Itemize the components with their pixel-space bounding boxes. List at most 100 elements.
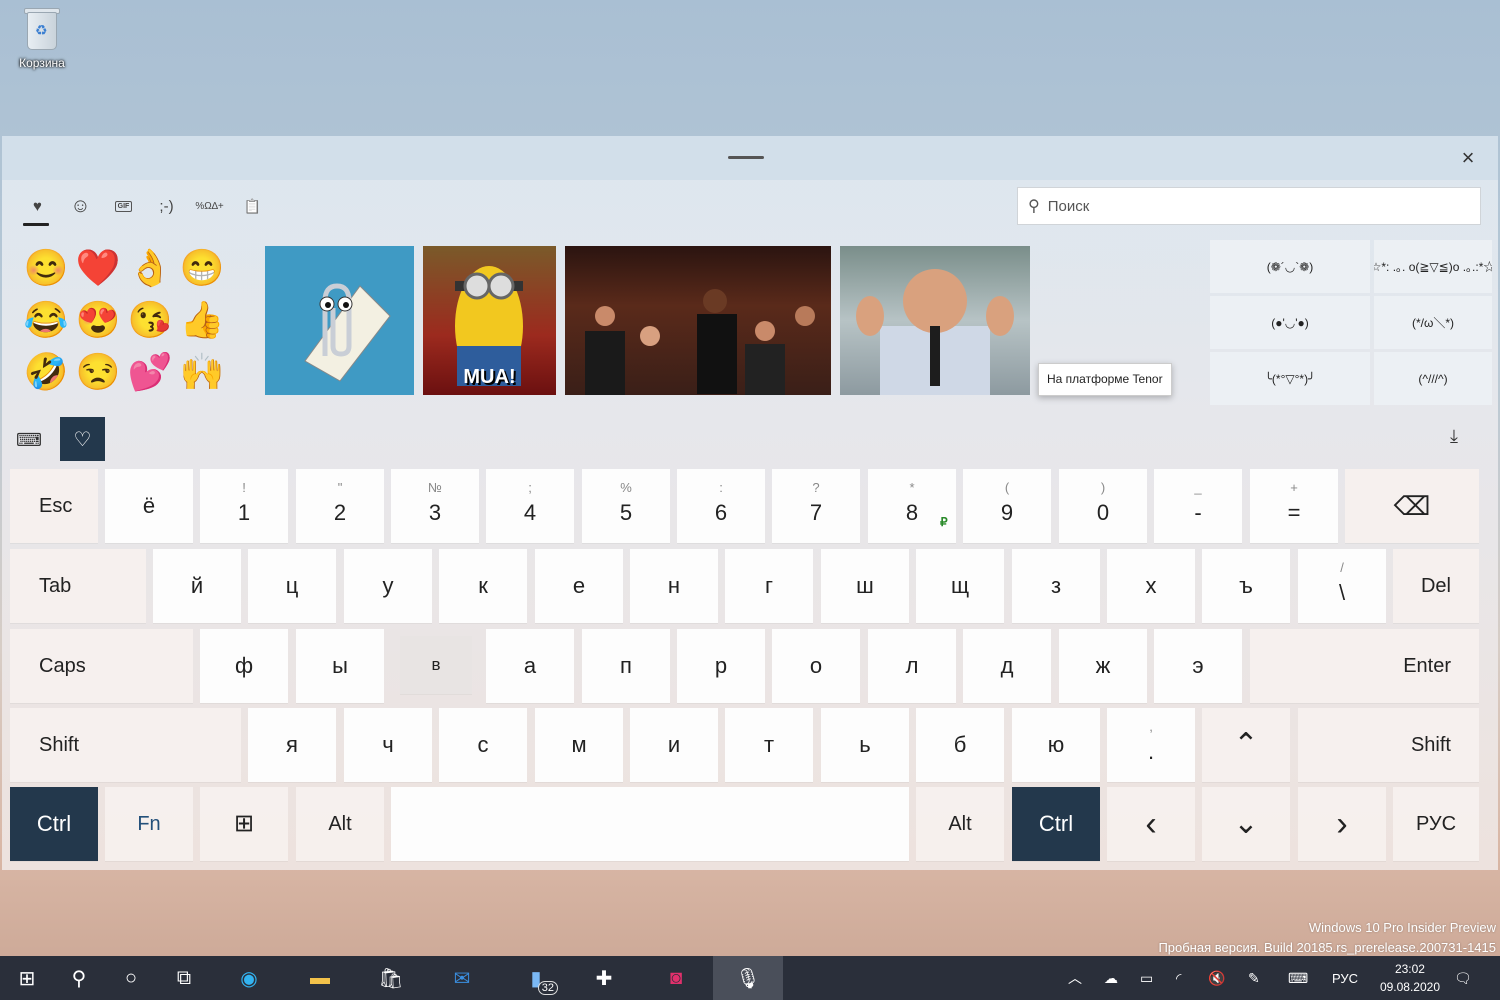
mail-app[interactable]: ✉ bbox=[438, 956, 486, 1000]
tray-battery[interactable]: ▭ bbox=[1140, 956, 1153, 1000]
key-alt-right[interactable]: Alt bbox=[916, 787, 1004, 861]
key-letter[interactable]: я bbox=[248, 708, 336, 782]
key-equals[interactable]: + = bbox=[1250, 469, 1338, 543]
key-4[interactable]: ; 4 bbox=[486, 469, 574, 543]
key-letter[interactable]: ф bbox=[200, 629, 288, 703]
search-input[interactable] bbox=[1047, 197, 1448, 215]
emoji-item[interactable]: 😊 bbox=[20, 242, 72, 294]
key-arrow-down[interactable]: ⌄ bbox=[1202, 787, 1290, 861]
key-minus[interactable]: _ - bbox=[1154, 469, 1242, 543]
panel-title-bar[interactable]: × bbox=[2, 136, 1498, 180]
key-0[interactable]: ) 0 bbox=[1059, 469, 1147, 543]
search-box[interactable]: ⚲ bbox=[1017, 187, 1481, 225]
gif-clapping-crowd[interactable] bbox=[565, 246, 831, 395]
task-view-button[interactable]: ⧉ bbox=[160, 956, 208, 1000]
tray-language[interactable]: РУС bbox=[1332, 956, 1358, 1000]
key-7[interactable]: ? 7 bbox=[772, 469, 860, 543]
emoji-item[interactable]: 👍 bbox=[176, 294, 228, 346]
tray-clock[interactable]: 23:02 09.08.2020 bbox=[1380, 960, 1440, 996]
key-windows[interactable]: ⊞ bbox=[200, 787, 288, 861]
tray-wifi[interactable]: ◜ bbox=[1176, 956, 1181, 1000]
key-letter[interactable]: х bbox=[1107, 549, 1195, 623]
key-letter[interactable]: ц bbox=[248, 549, 336, 623]
kaomoji-item[interactable]: (❁´◡`❁) bbox=[1210, 240, 1370, 293]
dock-keyboard-icon[interactable]: ⤓ bbox=[1450, 426, 1476, 452]
emoji-item[interactable]: 👌 bbox=[124, 242, 176, 294]
key-letter-pressed[interactable]: в bbox=[400, 636, 472, 694]
close-icon[interactable]: × bbox=[1458, 147, 1478, 169]
emoji-item[interactable]: 😁 bbox=[176, 242, 228, 294]
emoji-mode-button[interactable]: ♡ bbox=[60, 417, 105, 461]
edge-app[interactable]: ◉ bbox=[225, 956, 273, 1000]
key-letter[interactable]: а bbox=[486, 629, 574, 703]
key-letter[interactable]: е bbox=[535, 549, 623, 623]
key-letter[interactable]: з bbox=[1012, 549, 1100, 623]
key-arrow-left[interactable]: ‹ bbox=[1107, 787, 1195, 861]
key-shift-right[interactable]: Shift bbox=[1298, 708, 1479, 782]
key-3[interactable]: № 3 bbox=[391, 469, 479, 543]
key-space[interactable] bbox=[391, 787, 909, 861]
kaomoji-item[interactable]: (^///^) bbox=[1374, 352, 1492, 405]
key-1[interactable]: ! 1 bbox=[200, 469, 288, 543]
key-letter[interactable]: ж bbox=[1059, 629, 1147, 703]
gif-excited-man[interactable] bbox=[840, 246, 1030, 395]
key-9[interactable]: (9 bbox=[963, 469, 1051, 543]
phone-app[interactable]: ▮ 32 bbox=[512, 956, 560, 1000]
tray-pen[interactable]: ✎ bbox=[1248, 956, 1260, 1000]
emoji-item[interactable]: 😂 bbox=[20, 294, 72, 346]
emoji-item[interactable]: 😒 bbox=[72, 346, 124, 398]
key-letter[interactable]: ь bbox=[821, 708, 909, 782]
key-letter[interactable]: н bbox=[630, 549, 718, 623]
key-letter[interactable]: щ bbox=[916, 549, 1004, 623]
slack-app[interactable]: ✚ bbox=[580, 956, 628, 1000]
cortana-button[interactable]: ○ bbox=[107, 956, 155, 1000]
key-letter[interactable]: с bbox=[439, 708, 527, 782]
gif-clippy[interactable] bbox=[265, 246, 414, 395]
key-letter[interactable]: у bbox=[344, 549, 432, 623]
key-letter[interactable]: м bbox=[535, 708, 623, 782]
start-button[interactable]: ⊞ bbox=[3, 956, 51, 1000]
instagram-app[interactable]: ◙ bbox=[652, 956, 700, 1000]
emoji-item[interactable]: 😘 bbox=[124, 294, 176, 346]
key-tab[interactable]: Tab bbox=[10, 549, 146, 623]
key-letter[interactable]: б bbox=[916, 708, 1004, 782]
key-ctrl-left[interactable]: Ctrl bbox=[10, 787, 98, 861]
explorer-app[interactable]: ▬ bbox=[296, 956, 344, 1000]
tray-show-hidden[interactable]: ︿ bbox=[1068, 956, 1082, 1000]
key-letter[interactable]: и bbox=[630, 708, 718, 782]
key-caps[interactable]: Caps bbox=[10, 629, 193, 703]
tray-onedrive[interactable]: ☁ bbox=[1104, 956, 1118, 1000]
tab-gif[interactable]: GIF bbox=[102, 188, 145, 224]
emoji-item[interactable]: 💕 bbox=[124, 346, 176, 398]
tab-emoji[interactable]: ☺ bbox=[59, 188, 102, 224]
key-8[interactable]: * 8 ₽ bbox=[868, 469, 956, 543]
emoji-item[interactable]: 😍 bbox=[72, 294, 124, 346]
key-2[interactable]: " 2 bbox=[296, 469, 384, 543]
key-letter[interactable]: ш bbox=[821, 549, 909, 623]
key-letter[interactable]: э bbox=[1154, 629, 1242, 703]
tray-keyboard[interactable]: ⌨ bbox=[1288, 956, 1308, 1000]
emoji-item[interactable]: 🤣 bbox=[20, 346, 72, 398]
tray-volume[interactable]: 🔇 bbox=[1208, 956, 1225, 1000]
key-letter[interactable]: й bbox=[153, 549, 241, 623]
key-letter[interactable]: р bbox=[677, 629, 765, 703]
tab-clipboard[interactable]: 📋 bbox=[231, 188, 274, 224]
emoji-item[interactable]: ❤️ bbox=[72, 242, 124, 294]
key-fn[interactable]: Fn bbox=[105, 787, 193, 861]
voice-app[interactable]: 🎙 bbox=[713, 956, 783, 1000]
kaomoji-item[interactable]: ╰(*°▽°*)╯ bbox=[1210, 352, 1370, 405]
key-5[interactable]: % 5 bbox=[582, 469, 670, 543]
key-ctrl-right[interactable]: Ctrl bbox=[1012, 787, 1100, 861]
key-letter[interactable]: т bbox=[725, 708, 813, 782]
store-app[interactable]: 🛍 bbox=[367, 956, 415, 1000]
key-backspace[interactable]: ⌫ bbox=[1345, 469, 1479, 543]
key-language[interactable]: РУС bbox=[1393, 787, 1479, 861]
gif-minion[interactable]: MUA! bbox=[423, 246, 556, 395]
key-backslash[interactable]: / \ bbox=[1298, 549, 1386, 623]
key-letter[interactable]: ы bbox=[296, 629, 384, 703]
key-alt-left[interactable]: Alt bbox=[296, 787, 384, 861]
action-center-button[interactable]: 🗨 bbox=[1454, 956, 1472, 1000]
key-esc[interactable]: Esc bbox=[10, 469, 98, 543]
key-arrow-right[interactable]: › bbox=[1298, 787, 1386, 861]
key-letter[interactable]: ъ bbox=[1202, 549, 1290, 623]
